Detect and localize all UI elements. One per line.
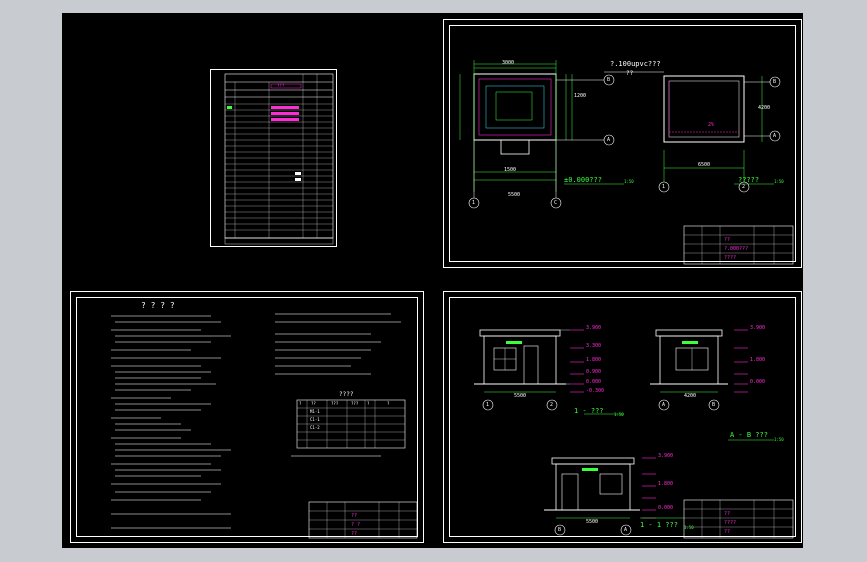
notes-title-block-line1: ?? (351, 513, 358, 519)
roof-axis-a: A (773, 133, 777, 139)
level-label: 3.300 (586, 343, 602, 349)
plan-title-block-line2: ?.000??? (724, 246, 749, 252)
dim-height-right: 4200 (758, 105, 771, 111)
axis-bubble-a: A (607, 137, 611, 143)
roof-slope-label: 2% (708, 122, 715, 128)
axis-bubble: A (624, 527, 628, 533)
roof-axis-1: 1 (662, 184, 666, 190)
level-label: 1.800 (586, 357, 602, 363)
front-dim-width: 5500 (514, 393, 527, 399)
table-row: M1-1 (310, 409, 320, 414)
table-header-cell: ?? (311, 401, 316, 406)
table-row: C1-2 (310, 425, 320, 430)
axis-bubble: 2 (550, 402, 554, 408)
notes-title-block-line3: ?? (351, 531, 358, 537)
dim-width-bottom: 5500 (508, 192, 521, 198)
elevation-1-title: 1 - ??? (574, 407, 604, 415)
dim-sub-b: 3000 (502, 60, 515, 66)
sheet-design-notes[interactable]: ? ? ? ? ???? ? ?? ??? ??? ? ? M1-1 C1-1 … (70, 291, 424, 543)
side-dim-width: 4200 (684, 393, 697, 399)
dim-sub-a: 1200 (574, 93, 587, 99)
axis-bubble: B (712, 402, 716, 408)
level-label: 3.900 (586, 325, 602, 331)
elevation-2-scale: 1:50 (774, 437, 784, 442)
level-label: 3.900 (750, 325, 766, 331)
sheet-floor-plan[interactable]: ?.100upvc??? ?? ±0.000??? 1:50 ????? 1:5… (443, 19, 802, 268)
notes-text-lines (111, 313, 418, 539)
level-label: 0.000 (658, 505, 674, 511)
level-label: 0.000 (750, 379, 766, 385)
notes-title-block-line2: ? ? (351, 522, 361, 528)
index-table-lines (224, 73, 334, 245)
level-label: 0.900 (586, 369, 602, 375)
table-header-cell: ??? (331, 401, 339, 406)
section-dim-width: 5500 (586, 519, 599, 525)
level-label: 0.000 (586, 379, 602, 385)
roof-axis-b: B (773, 79, 777, 85)
dim-sub-c: 1500 (504, 167, 517, 173)
roof-plan-scale: 1:50 (774, 179, 784, 184)
roof-axis-2: 2 (742, 184, 746, 190)
axis-bubble: A (662, 402, 666, 408)
sheet-elevations[interactable]: 1 - ??? 1:50 A - B ??? 1:50 1 - 1 ??? 1:… (443, 291, 802, 543)
dim-width-top: 6500 (698, 162, 711, 168)
level-label: 3.900 (658, 453, 674, 459)
table-header-cell: ? (367, 401, 370, 406)
axis-bubble: B (558, 527, 562, 533)
elevation-1-scale: 1:50 (614, 412, 624, 417)
door-window-table-title: ???? (339, 391, 354, 398)
elevation-2-title: A - B ??? (730, 431, 768, 439)
plan-title-block-line3: ???? (724, 255, 737, 261)
level-label: 1.800 (658, 481, 674, 487)
axis-bubble-c: C (554, 200, 558, 206)
index-title: ??? (277, 83, 285, 88)
elev-title-block-line3: ?? (724, 529, 731, 535)
roof-pipe-subnote: ?? (626, 70, 634, 77)
table-row: C1-1 (310, 417, 320, 422)
sheet-drawing-index[interactable]: ??? (210, 69, 337, 247)
level-label: 1.800 (750, 357, 766, 363)
table-header-cell: ? (387, 401, 390, 406)
roof-pipe-note: ?.100upvc??? (610, 60, 661, 68)
ground-level-label: ±0.000??? (564, 176, 602, 184)
ground-level-scale: 1:50 (624, 179, 634, 184)
section-title: 1 - 1 ??? (640, 521, 678, 529)
cad-model-space[interactable]: ??? ?.100upvc??? ?? ±0.000??? 1:50 ?????… (62, 13, 803, 548)
plan-title-block-line1: ?? (724, 237, 731, 243)
axis-bubble-1: 1 (472, 200, 476, 206)
table-header-cell: ? (299, 401, 302, 406)
elev-title-block-line1: ?? (724, 511, 731, 517)
roof-plan-label: ????? (738, 176, 760, 184)
floor-plan-drawing (459, 60, 794, 265)
elev-title-block-line2: ???? (724, 520, 737, 526)
axis-bubble-b: B (607, 77, 611, 83)
table-header-cell: ??? (351, 401, 359, 406)
level-label: -0.300 (586, 388, 605, 394)
axis-bubble: 1 (486, 402, 490, 408)
section-scale: 1:50 (684, 525, 694, 530)
